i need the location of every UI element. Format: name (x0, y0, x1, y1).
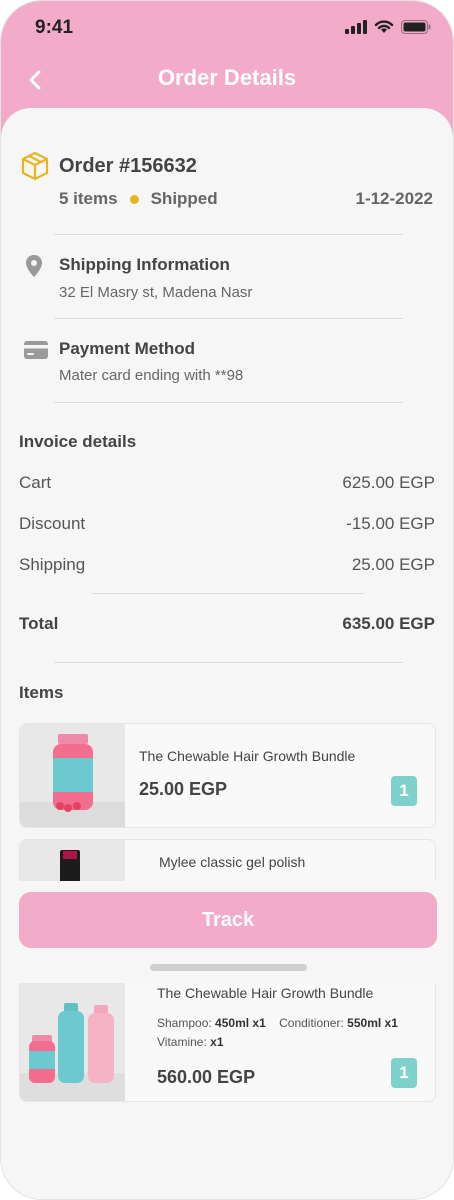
track-button[interactable]: Track (19, 892, 437, 948)
item-name: Mylee classic gel polish (159, 854, 306, 870)
signal-icon (345, 19, 367, 34)
bundle-image (20, 983, 125, 1101)
order-items-count: 5 items (59, 189, 118, 208)
product-image (20, 724, 125, 827)
battery-icon (401, 19, 431, 34)
status-icons (345, 19, 431, 34)
item-card[interactable]: The Chewable Hair Growth Bundle 25.00 EG… (19, 723, 436, 828)
bundle-details-line-1: Shampoo: 450ml x1 Conditioner: 550ml x1 (157, 1016, 398, 1030)
order-meta: 5 items Shipped (59, 189, 218, 209)
divider (54, 234, 403, 235)
item-card[interactable]: Mylee classic gel polish (19, 839, 436, 881)
invoice-label-discount: Discount (19, 514, 86, 533)
page-title: Order Details (157, 65, 297, 90)
order-date: 1-12-2022 (355, 189, 433, 208)
product-image (20, 840, 125, 881)
bundle-price: 560.00 EGP (157, 1067, 256, 1087)
divider (92, 593, 364, 594)
bundle-details-line-2: Vitamine: x1 (157, 1035, 224, 1049)
payment-title: Payment Method (59, 339, 196, 358)
quantity-badge: 1 (391, 776, 417, 806)
drag-handle[interactable] (150, 964, 307, 971)
item-price: 25.00 EGP (139, 779, 228, 799)
invoice-value-shipping: 25.00 EGP (351, 555, 435, 574)
invoice-total-value: 635.00 EGP (342, 614, 435, 633)
shampoo-value: 450ml x1 (215, 1016, 266, 1030)
invoice-label-cart: Cart (19, 473, 52, 492)
shampoo-label: Shampoo: (157, 1016, 212, 1030)
divider (54, 402, 403, 403)
order-status: Shipped (150, 189, 218, 208)
invoice-label-shipping: Shipping (19, 555, 86, 574)
vitamine-label: Vitamine: (157, 1035, 207, 1049)
conditioner-value: 550ml x1 (347, 1016, 398, 1030)
status-time: 9:41 (35, 17, 74, 38)
invoice-total-label: Total (19, 614, 59, 633)
payment-detail: Mater card ending with **98 (59, 367, 244, 384)
invoice-value-discount: -15.00 EGP (346, 514, 435, 533)
package-icon (21, 151, 49, 186)
credit-card-icon (23, 340, 49, 365)
items-title: Items (19, 683, 64, 702)
phone-screen: 9:41 Order Details Order #156632 5 items… (0, 0, 454, 1200)
invoice-value-cart: 625.00 EGP (342, 473, 435, 492)
invoice-title: Invoice details (19, 432, 137, 451)
conditioner-label: Conditioner: (279, 1016, 344, 1030)
quantity-badge: 1 (391, 1058, 417, 1088)
vitamine-value: x1 (210, 1035, 224, 1049)
location-pin-icon (24, 254, 44, 283)
divider (54, 318, 403, 319)
bundle-name: The Chewable Hair Growth Bundle (157, 985, 374, 1001)
shipping-address: 32 El Masry st, Madena Nasr (59, 284, 253, 301)
divider (54, 662, 403, 663)
status-dot (129, 194, 139, 204)
order-number: Order #156632 (59, 155, 197, 177)
shipping-title: Shipping Information (59, 255, 230, 274)
item-name: The Chewable Hair Growth Bundle (139, 748, 356, 764)
wifi-icon (374, 20, 394, 33)
bundle-card[interactable]: The Chewable Hair Growth Bundle Shampoo:… (19, 983, 436, 1102)
